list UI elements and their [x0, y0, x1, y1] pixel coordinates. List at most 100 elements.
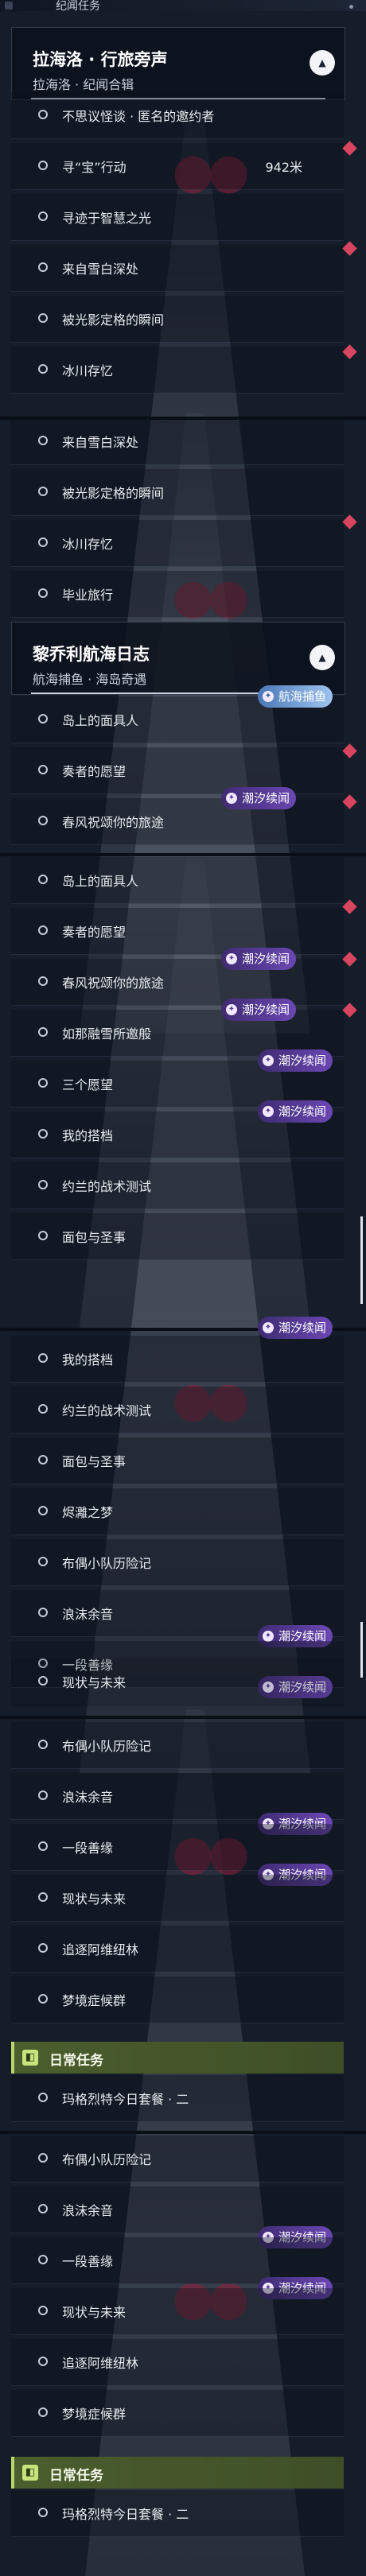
group-header-lahailuo[interactable]: 拉海洛 · 行旅旁声 拉海洛 · 纪闻合辑 ▲ [11, 27, 345, 100]
quest-row[interactable]: 面包与圣事 [11, 1437, 344, 1484]
quest-status-icon [38, 714, 48, 724]
daily-quest-header[interactable]: ◧ 日常任务 [11, 2457, 344, 2489]
quest-row[interactable]: 一段善缘 ✦ 潮汐续闻 [11, 2237, 344, 2299]
quest-title: 梦境症候群 [62, 2407, 127, 2422]
quest-status-icon [38, 1841, 48, 1851]
quest-row[interactable]: 被光影定格的瞬间 [11, 296, 344, 343]
quest-status-icon [38, 875, 48, 884]
quest-row[interactable]: 来自雪白深处 [11, 418, 344, 465]
quest-row[interactable]: 岛上的面具人 ✦ 航海捕鱼 [11, 685, 344, 743]
scrollbar-thumb[interactable] [360, 1622, 363, 1678]
tide-icon: ✦ [262, 1322, 274, 1333]
quest-status-icon [38, 2204, 48, 2213]
quest-title: 约兰的战术测试 [62, 1179, 152, 1194]
quest-row[interactable]: 奏者的愿望 [11, 908, 344, 955]
quest-status-icon [38, 1557, 48, 1566]
quest-row[interactable]: 梦境症候群 [11, 1977, 344, 2023]
quest-row[interactable]: 约兰的战术测试 [11, 1162, 344, 1209]
quest-status-icon [38, 1740, 48, 1749]
quest-row[interactable]: 岛上的面具人 [11, 857, 344, 904]
collapse-chevron-icon[interactable]: ▲ [310, 645, 335, 670]
quest-row[interactable]: 浪沫余音 ✦ 潮汐续闻 [11, 1590, 344, 1647]
quest-title: 梦境症候群 [62, 1993, 127, 2008]
quest-title: 追逐阿维纽林 [62, 2356, 139, 2371]
quest-row[interactable]: 梦境症候群 [11, 2390, 344, 2437]
quest-title: 浪沫余音 [62, 2203, 114, 2218]
quest-row[interactable]: 浪沫余音 ✦ 潮汐续闻 [11, 2186, 344, 2248]
tide-tag: ✦ 潮汐续闻 [220, 948, 296, 970]
tide-tag: ✦ 潮汐续闻 [257, 1100, 333, 1123]
quest-row[interactable]: 玛格烈特今日套餐 · 二 [11, 2075, 344, 2122]
frame-separator [0, 1716, 366, 1719]
daily-quest-label: 日常任务 [49, 2053, 103, 2069]
group-header-liqiaoli[interactable]: 黎乔利航海日志 航海捕鱼 · 海岛奇遇 ▲ [11, 622, 345, 695]
quest-row[interactable]: 布偶小队历险记 [11, 2136, 344, 2182]
quest-row[interactable]: 烬灕之梦 [11, 1488, 344, 1535]
quest-row[interactable]: 现状与未来 [11, 1875, 344, 1922]
quest-title: 追逐阿维纽林 [62, 1942, 139, 1957]
quest-status-icon [38, 1455, 48, 1465]
quest-row[interactable]: 寻“宝”行动 942米 [11, 143, 344, 190]
tide-tag: ✦ 潮汐续闻 [220, 999, 296, 1021]
quest-title: 岛上的面具人 [62, 713, 139, 728]
quest-status-icon [38, 765, 48, 774]
quest-title: 被光影定格的瞬间 [62, 486, 165, 501]
quest-status-icon [38, 2255, 48, 2264]
quest-row[interactable]: 春风祝颂你的旅途 ✦ 潮汐续闻 [11, 948, 344, 1006]
quest-row[interactable]: 春风祝颂你的旅途 ✦ 潮汐续闻 [11, 787, 344, 845]
quest-row[interactable]: 我的搭档 ✦ 潮汐续闻 [11, 1317, 344, 1383]
quest-row[interactable]: 冰川存忆 [11, 520, 344, 567]
quest-title: 布偶小队历险记 [62, 1739, 152, 1754]
quest-status-icon [38, 110, 48, 119]
quest-row[interactable]: 冰川存忆 [11, 347, 344, 394]
quest-status-icon [38, 1353, 48, 1363]
quest-row[interactable]: 面包与圣事 [11, 1213, 344, 1260]
daily-quest-icon: ◧ [22, 2465, 38, 2481]
quest-title: 毕业旅行 [62, 588, 114, 603]
quest-row[interactable]: 被光影定格的瞬间 [11, 469, 344, 516]
quest-status-icon [38, 313, 48, 323]
collapse-chevron-icon[interactable]: ▲ [310, 50, 335, 76]
quest-title: 一段善缘 [62, 2254, 114, 2269]
quest-row[interactable]: 毕业旅行 [11, 571, 344, 618]
quest-row[interactable]: 寻迹于智慧之光 [11, 194, 344, 241]
quest-row[interactable]: 浪沫余音 ✦ 潮汐续闻 [11, 1773, 344, 1835]
quest-title: 岛上的面具人 [62, 874, 139, 889]
quest-row[interactable]: 布偶小队历险记 [11, 1539, 344, 1586]
quest-row[interactable]: 一段善缘 ✦ 潮汐续闻 [11, 1824, 344, 1886]
quest-title: 玛格烈特今日套餐 · 二 [62, 2092, 189, 2107]
quest-status-icon [38, 364, 48, 374]
quest-row[interactable]: 来自雪白深处 [11, 245, 344, 292]
menu-dot-icon [349, 5, 353, 9]
quest-category-bar[interactable]: 纪闻任务 [0, 0, 366, 13]
quest-title: 玛格烈特今日套餐 · 二 [62, 2507, 189, 2522]
tide-tag: ✦ 潮汐续闻 [220, 787, 296, 809]
quest-row[interactable]: 追逐阿维纽林 [11, 2339, 344, 2386]
quest-title: 约兰的战术测试 [62, 1403, 152, 1418]
quest-row[interactable]: 我的搭档 ✦ 潮汐续闻 [11, 1100, 344, 1158]
quest-status-icon [38, 2153, 48, 2163]
daily-quest-header[interactable]: ◧ 日常任务 [11, 2042, 344, 2074]
quest-row[interactable]: 约兰的战术测试 [11, 1387, 344, 1433]
quest-title: 浪沫余音 [62, 1790, 114, 1805]
quest-status-icon [38, 2306, 48, 2315]
scrollbar-thumb[interactable] [360, 1216, 363, 1304]
group-subtitle: 拉海洛 · 纪闻合辑 [33, 77, 134, 92]
quest-row[interactable]: 现状与未来 [11, 1658, 344, 1706]
quest-title: 来自雪白深处 [62, 262, 139, 277]
quest-row[interactable]: 奏者的愿望 [11, 747, 344, 794]
quest-row[interactable]: 玛格烈特今日套餐 · 二 [11, 2490, 344, 2537]
quest-title: 寻“宝”行动 [62, 160, 127, 175]
back-icon[interactable] [5, 2, 13, 10]
quest-status-icon [38, 1180, 48, 1189]
quest-status-icon [38, 1506, 48, 1515]
quest-row[interactable]: 追逐阿维纽林 [11, 1926, 344, 1973]
group-title: 黎乔利航海日志 [33, 645, 150, 664]
quest-row[interactable]: 现状与未来 [11, 2288, 344, 2335]
quest-row[interactable]: 不思议怪谈 · 匿名的邀约者 [11, 92, 344, 139]
quest-status-icon [38, 436, 48, 445]
quest-row[interactable]: 布偶小队历险记 [11, 1722, 344, 1769]
quest-title: 寻迹于智慧之光 [62, 211, 152, 226]
tide-icon: ✦ [225, 793, 237, 804]
quest-status-icon [38, 2407, 48, 2417]
